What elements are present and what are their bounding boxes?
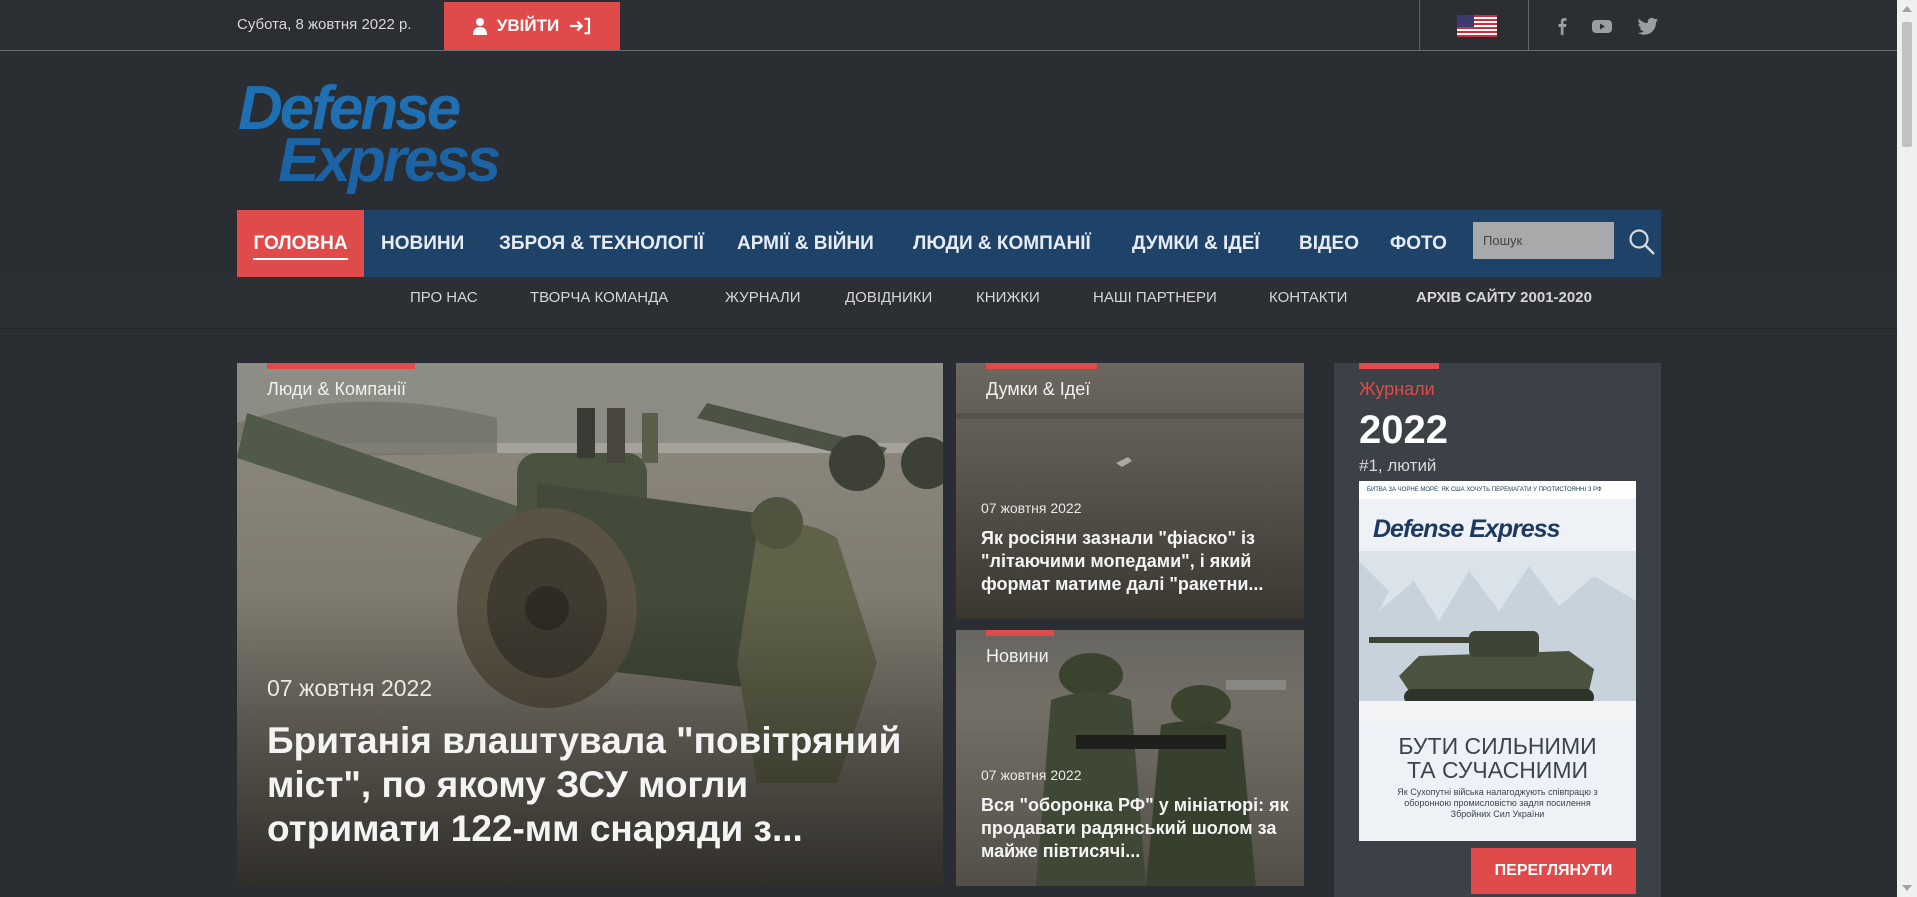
magazine-issue: #1, лютий [1359,456,1437,475]
nav-item-weapons-tech[interactable]: ЗБРОЯ & ТЕХНОЛОГІЇ [499,210,704,277]
category-accent-bar [986,363,1097,369]
view-magazine-button[interactable]: ПЕРЕГЛЯНУТИ [1471,848,1636,894]
article-category[interactable]: Люди & Компанії [267,379,406,400]
twitter-icon[interactable] [1636,14,1660,38]
nav-item-news[interactable]: НОВИНИ [381,210,464,277]
article-date: 07 жовтня 2022 [267,675,433,701]
category-accent-bar [267,363,415,369]
nav-item-video[interactable]: ВІДЕО [1299,210,1359,277]
main-navigation: ГОЛОВНА НОВИНИ ЗБРОЯ & ТЕХНОЛОГІЇ АРМІЇ … [237,210,1661,277]
sign-in-icon [570,17,591,35]
nav-item-photo[interactable]: ФОТО [1390,210,1447,277]
subnav-item-about[interactable]: ПРО НАС [410,289,478,306]
search-icon[interactable] [1627,227,1657,257]
article-title[interactable]: Британія влаштувала "повітряний міст", п… [267,719,927,851]
cover-headline-1: БУТИ СИЛЬНИМИ [1398,733,1597,759]
divider [1528,0,1529,50]
secondary-navigation: ПРО НАС ТВОРЧА КОМАНДА ЖУРНАЛИ ДОВІДНИКИ… [0,277,1897,329]
subnav-item-handbooks[interactable]: ДОВІДНИКИ [845,289,932,306]
subnav-item-archive[interactable]: АРХІВ САЙТУ 2001-2020 [1416,289,1592,306]
subnav-item-contacts[interactable]: КОНТАКТИ [1269,289,1347,306]
us-flag-icon[interactable] [1457,15,1497,37]
login-button[interactable]: УВІЙТИ [444,2,620,50]
magazine-widget: Журнали 2022 #1, лютий БИТВА ЗА ЧОРНЕ МО… [1334,363,1661,897]
subnav-item-magazines[interactable]: ЖУРНАЛИ [725,289,801,306]
article-category[interactable]: Новини [986,646,1049,667]
youtube-icon[interactable] [1590,14,1614,38]
scrollbar-thumb[interactable] [1902,22,1912,147]
divider [1419,0,1420,50]
cover-headline-2: ТА СУЧАСНИМИ [1406,757,1589,783]
featured-article-card[interactable]: Люди & Компанії 07 жовтня 2022 Британія … [237,363,943,886]
cover-brand: Defense Express [1373,515,1561,543]
article-card[interactable]: Новини 07 жовтня 2022 Вся "оборонка РФ" … [956,630,1304,886]
user-icon [472,18,487,35]
cover-top-line: БИТВА ЗА ЧОРНЕ МОРЕ: ЯК США ХОЧУТЬ ПЕРЕМ… [1359,481,1636,499]
article-card[interactable]: Думки & Ідеї 07 жовтня 2022 Як росіяни з… [956,363,1304,619]
magazine-year: 2022 [1359,408,1448,452]
search-input[interactable] [1473,222,1614,259]
magazine-label[interactable]: Журнали [1359,379,1435,400]
subnav-item-partners[interactable]: НАШІ ПАРТНЕРИ [1093,289,1217,306]
cover-subtitle: Як Сухопутні війська налагоджують співпр… [1397,787,1598,819]
subnav-item-books[interactable]: КНИЖКИ [976,289,1040,306]
top-bar: Субота, 8 жовтня 2022 р. УВІЙТИ [0,0,1897,51]
article-date: 07 жовтня 2022 [981,500,1082,516]
subnav-item-team[interactable]: ТВОРЧА КОМАНДА [530,289,668,306]
tank-illustration [1359,551,1636,721]
article-category[interactable]: Думки & Ідеї [986,379,1090,400]
page-scrollbar[interactable] [1897,0,1917,897]
category-accent-bar [1359,363,1439,369]
nav-item-armies-wars[interactable]: АРМІЇ & ВІЙНИ [737,210,874,277]
current-date: Субота, 8 жовтня 2022 р. [237,16,412,33]
facebook-icon[interactable] [1550,14,1574,38]
scroll-down-icon[interactable] [1902,885,1912,891]
nav-item-opinions-ideas[interactable]: ДУМКИ & ІДЕЇ [1132,210,1260,277]
article-title[interactable]: Як росіяни зазнали "фіаско" із "літаючим… [981,527,1291,596]
category-accent-bar [986,630,1054,636]
article-title[interactable]: Вся "оборонка РФ" у мініатюрі: як продав… [981,794,1291,863]
scroll-up-icon[interactable] [1902,6,1912,12]
logo-line-2: Express [278,126,501,195]
nav-item-home[interactable]: ГОЛОВНА [237,210,364,277]
login-label: УВІЙТИ [496,16,560,35]
site-logo[interactable]: Defense Express [234,76,544,198]
magazine-cover[interactable]: БИТВА ЗА ЧОРНЕ МОРЕ: ЯК США ХОЧУТЬ ПЕРЕМ… [1359,481,1636,841]
article-date: 07 жовтня 2022 [981,767,1082,783]
nav-item-people-companies[interactable]: ЛЮДИ & КОМПАНІЇ [913,210,1091,277]
